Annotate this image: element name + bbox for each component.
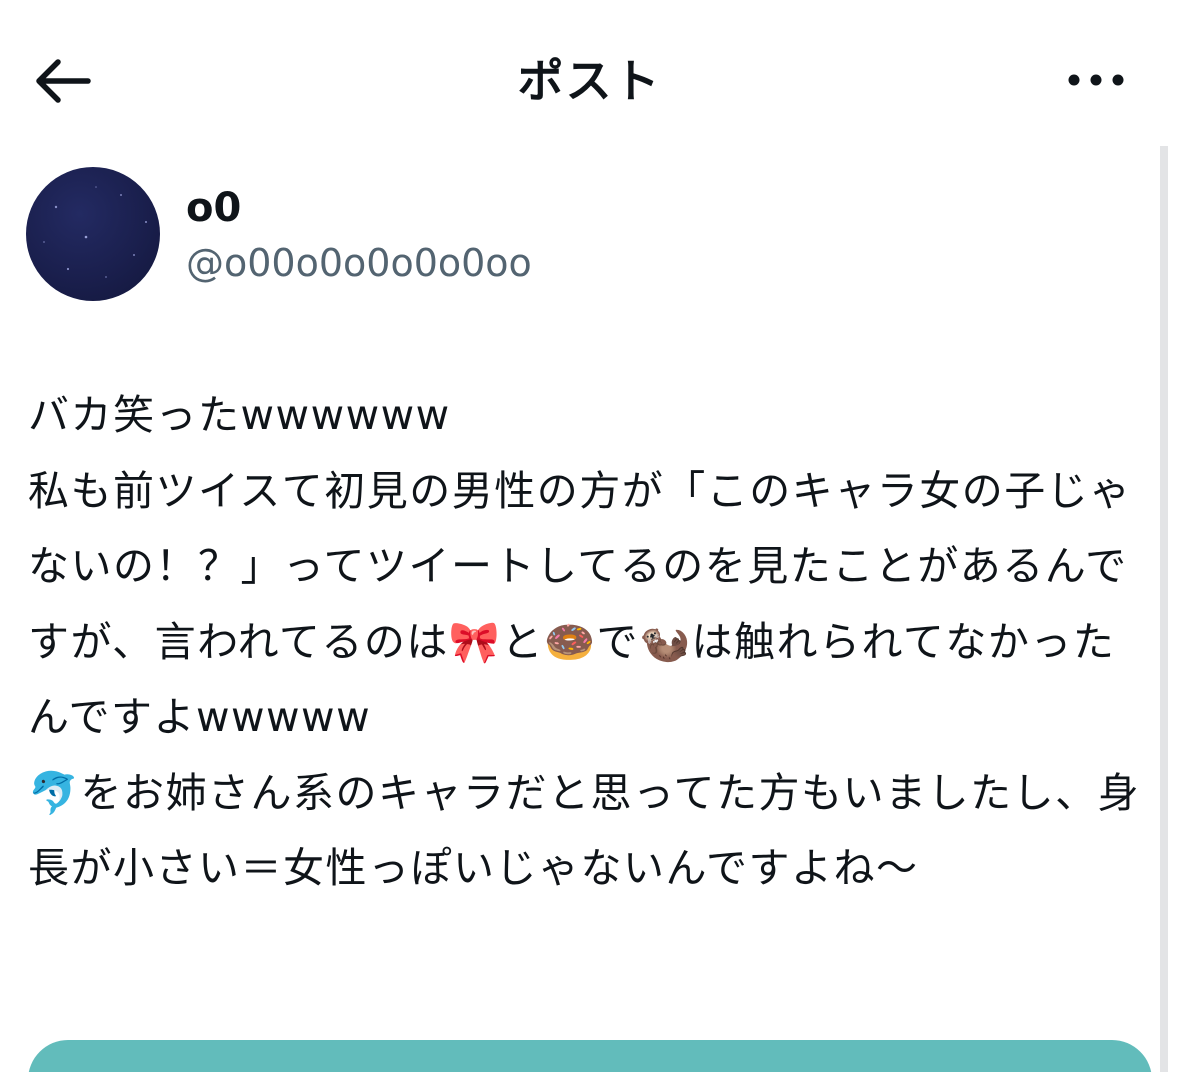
author-handle[interactable]: @o00o0o0o0o0oo (186, 240, 532, 286)
avatar-starfield (43, 186, 147, 278)
author-display-name[interactable]: o0 (186, 184, 241, 232)
scrollbar[interactable] (1160, 146, 1168, 1072)
top-app-bar: ポスト (0, 0, 1179, 160)
more-options-button[interactable] (1056, 56, 1136, 104)
accent-card[interactable] (28, 1040, 1152, 1072)
avatar[interactable] (26, 167, 160, 301)
more-horizontal-icon (1068, 74, 1124, 86)
post-text: バカ笑ったwwwwww 私も前ツイスて初見の男性の方が「このキャラ女の子じゃない… (28, 391, 1141, 892)
post-detail-screen: ポスト o0 @o00o0o0o0o0oo バカ笑ったwwwwww 私も前ツイス… (0, 0, 1179, 1072)
page-title: ポスト (517, 54, 662, 108)
